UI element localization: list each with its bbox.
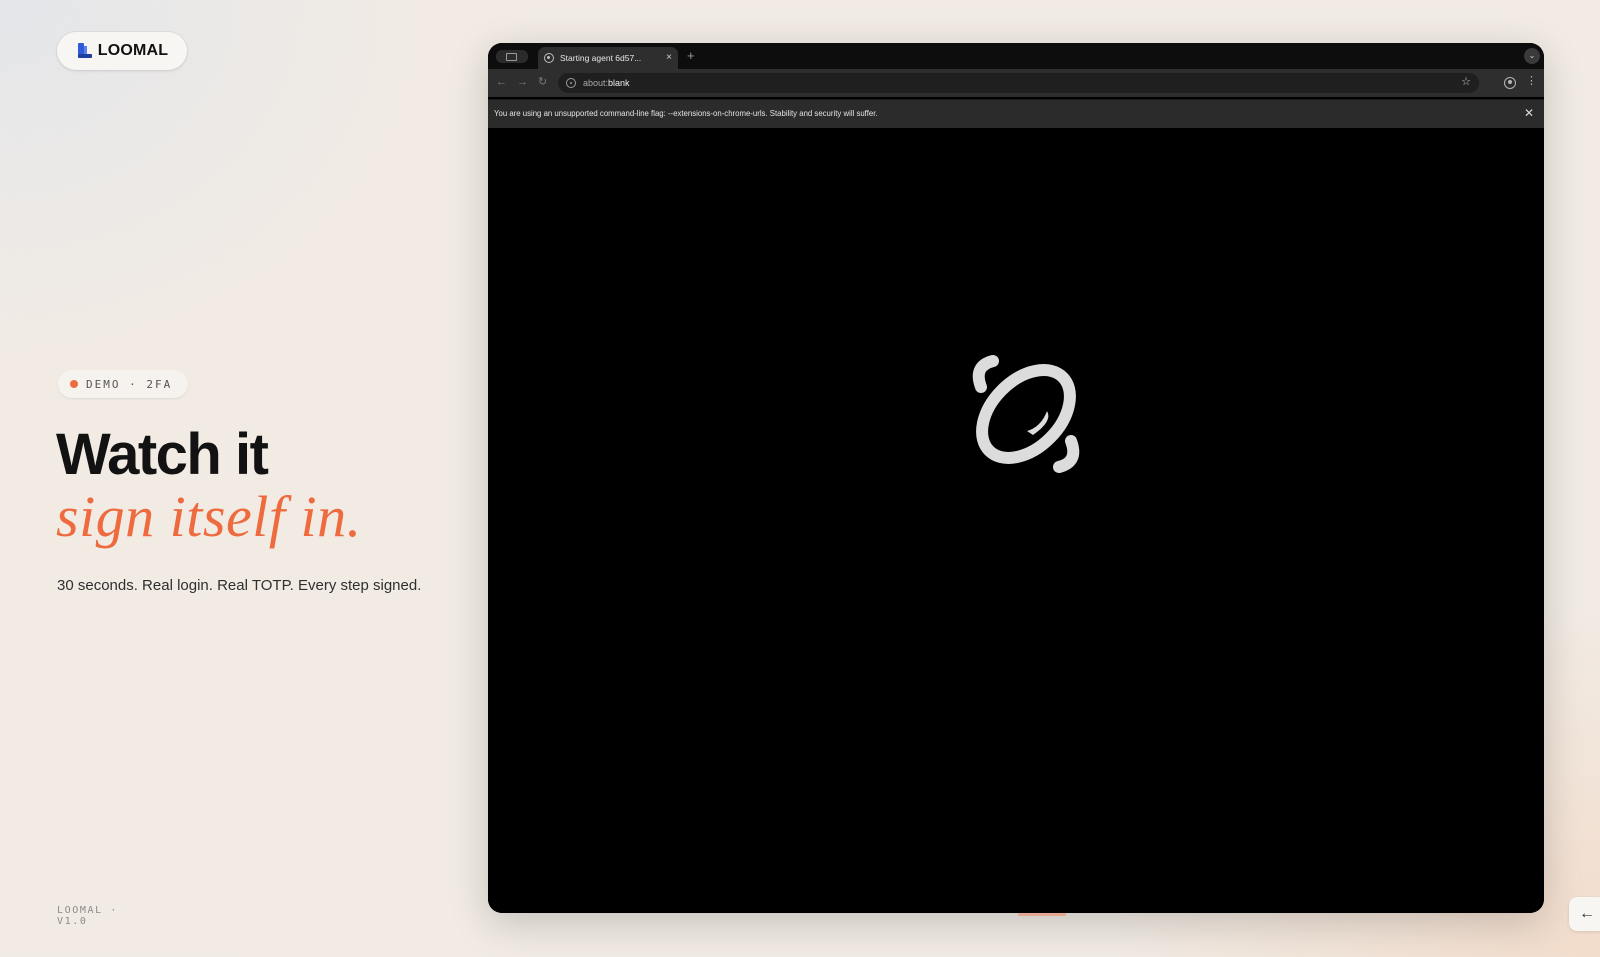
back-button[interactable]: ← [1569, 897, 1600, 931]
looma-logo-icon [77, 43, 92, 58]
tab-close-icon[interactable]: × [666, 53, 672, 63]
version-label: LOOMAL · V1.0 [57, 905, 137, 927]
forward-arrow-icon[interactable]: → [517, 76, 528, 88]
globe-icon [544, 53, 554, 63]
infobar-close-icon[interactable]: ✕ [1524, 106, 1534, 120]
browser-tab[interactable]: Starting agent 6d57... × [538, 47, 678, 69]
url-host: blank [608, 78, 630, 88]
url-scheme: about: [583, 78, 609, 88]
new-tab-icon[interactable]: + [687, 49, 695, 62]
reload-icon[interactable]: ↻ [538, 76, 547, 88]
demo-badge: DEMO · 2FA [58, 370, 189, 398]
hero-headline-accent: sign itself in. [56, 484, 362, 549]
infobar-message: You are using an unsupported command-lin… [494, 109, 878, 118]
tab-title: Starting agent 6d57... [560, 53, 642, 63]
status-dot [70, 380, 78, 388]
tab-search-icon[interactable] [496, 50, 528, 63]
warning-infobar: You are using an unsupported command-lin… [488, 99, 1544, 128]
address-bar[interactable]: about: blank ☆ [558, 73, 1479, 93]
back-arrow-icon[interactable]: ← [496, 76, 507, 88]
profile-icon[interactable] [1504, 77, 1516, 89]
bookmark-star-icon[interactable]: ☆ [1461, 76, 1471, 88]
browser-toolbar: ← → ↻ about: blank ☆ ⋮ [488, 69, 1544, 97]
version-line-1: LOOMAL · [57, 905, 118, 916]
brand-logo[interactable]: LOOMAL [57, 32, 187, 70]
browser-window: Starting agent 6d57... × + ⌄ ← → ↻ about… [488, 43, 1544, 913]
hero-subtitle: 30 seconds. Real login. Real TOTP. Every… [57, 577, 422, 594]
browser-menu-icon[interactable]: ⋮ [1526, 75, 1537, 87]
page-viewport [488, 129, 1544, 913]
version-line-2: V1.0 [57, 916, 88, 927]
brand-name: LOOMAL [97, 42, 169, 59]
progress-indicator [1018, 913, 1066, 916]
badge-label: DEMO · 2FA [86, 377, 173, 391]
site-info-icon[interactable] [566, 78, 576, 88]
agent-loading-logo-icon [972, 355, 1080, 473]
tab-list-chevron-icon[interactable]: ⌄ [1524, 48, 1540, 64]
hero-headline: Watch it [56, 422, 269, 487]
tab-strip: Starting agent 6d57... × + ⌄ [488, 43, 1544, 69]
